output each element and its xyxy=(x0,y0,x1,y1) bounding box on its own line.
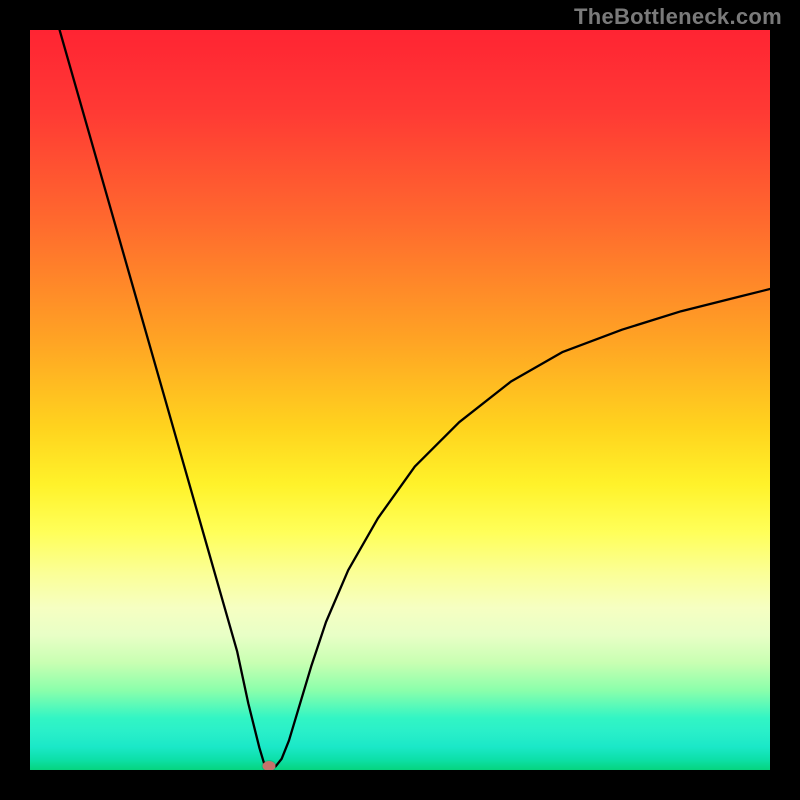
bottleneck-curve xyxy=(30,30,770,770)
chart-frame: TheBottleneck.com xyxy=(0,0,800,800)
optimum-marker xyxy=(263,761,276,770)
plot-area xyxy=(30,30,770,770)
watermark-text: TheBottleneck.com xyxy=(574,4,782,30)
